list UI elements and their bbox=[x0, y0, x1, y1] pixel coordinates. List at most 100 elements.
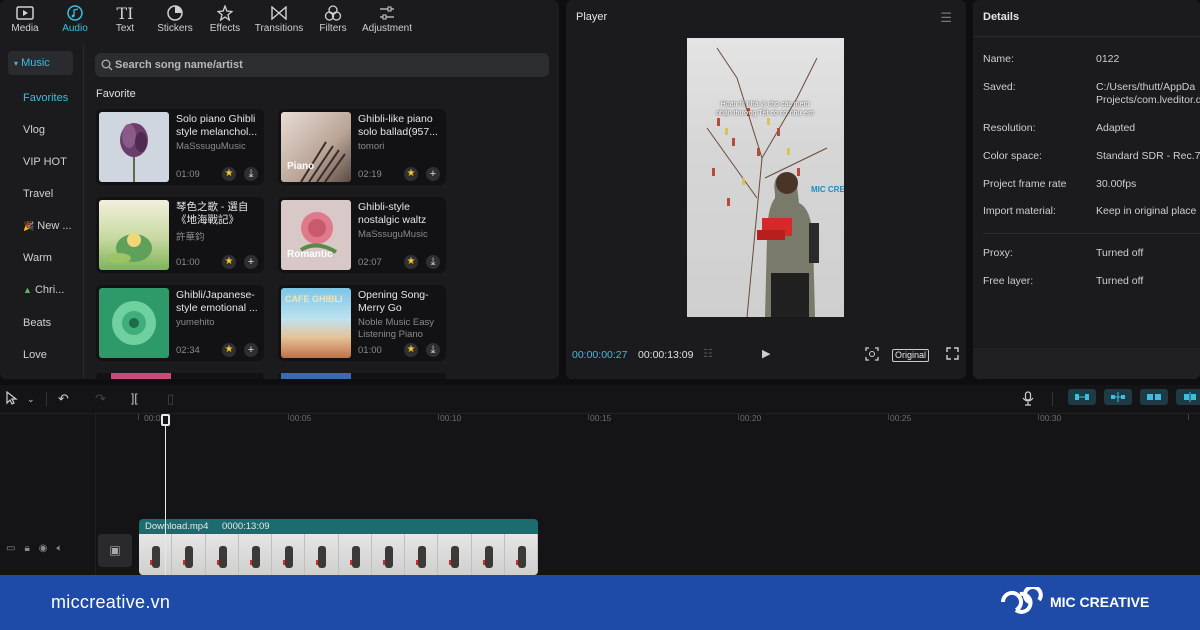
sidebar-item-vip-hot[interactable]: VIP HOT bbox=[23, 156, 67, 168]
tab-audio[interactable]: Audio bbox=[50, 0, 100, 40]
song-artist: Noble Music Easy bbox=[358, 317, 435, 328]
song-title: Solo piano Ghibli style melanchol... bbox=[176, 113, 258, 138]
video-clip[interactable]: Download.mp4 0000:13:09 bbox=[139, 519, 538, 575]
song-card[interactable]: 琴色之歌 - 選自《地海戰記》 許華鈞 01:00 ★ + bbox=[96, 197, 264, 273]
play-icon[interactable]: ▶ bbox=[762, 347, 770, 360]
tab-filters[interactable]: Filters bbox=[308, 0, 358, 40]
details-footer bbox=[973, 348, 1200, 379]
delete-icon[interactable]: ▯ bbox=[167, 391, 174, 407]
favorite-star-icon[interactable]: ★ bbox=[404, 343, 418, 357]
video-watermark: MIC CREA bbox=[811, 185, 844, 194]
link-track-icon[interactable] bbox=[1068, 389, 1096, 405]
clip-frame bbox=[205, 534, 239, 575]
ruler-tick bbox=[588, 414, 589, 420]
lock-icon[interactable]: 🔒︎ bbox=[24, 543, 29, 554]
song-title: 琴色之歌 - 選自《地海戰記》 bbox=[176, 201, 249, 226]
eye-icon[interactable]: ◉ bbox=[39, 543, 48, 554]
tab-transitions[interactable]: Transitions bbox=[250, 0, 308, 40]
video-caption: Hoan hỉ nhà vì cho các mem nhận thưởng T… bbox=[705, 100, 825, 118]
song-card-partial[interactable] bbox=[278, 373, 446, 379]
detail-value-line2: Projects/com.lveditor.d bbox=[1096, 94, 1200, 106]
tab-text-label: Text bbox=[115, 23, 135, 34]
sidebar-item-favorites[interactable]: Favorites bbox=[23, 92, 68, 104]
video-caption-line-1: Hoan hỉ nhà vì cho các mem bbox=[720, 101, 810, 108]
menu-icon[interactable]: ☰ bbox=[940, 10, 952, 26]
favorite-star-icon[interactable]: ★ bbox=[404, 255, 418, 269]
favorite-star-icon[interactable]: ★ bbox=[404, 167, 418, 181]
song-card[interactable]: Piano Ghibli-like piano solo ballad(957.… bbox=[278, 109, 446, 185]
playhead-handle[interactable] bbox=[161, 414, 170, 426]
caret-down-icon: ▾ bbox=[14, 59, 19, 68]
sidebar-item-warm[interactable]: Warm bbox=[23, 252, 52, 264]
sidebar-item-love[interactable]: Love bbox=[23, 349, 47, 361]
favorite-star-icon[interactable]: ★ bbox=[222, 167, 236, 181]
song-card[interactable]: CAFE GHIBLI Opening Song-Merry Go Round.… bbox=[278, 285, 446, 361]
microphone-icon[interactable] bbox=[1022, 391, 1034, 409]
adjustment-icon bbox=[358, 3, 416, 23]
detail-value: Turned off bbox=[1096, 247, 1144, 259]
fullscreen-icon[interactable] bbox=[946, 347, 959, 363]
search-input[interactable]: Search song name/artist bbox=[95, 53, 549, 77]
thumbnail-label: CAFE GHIBLI bbox=[285, 294, 343, 304]
song-card[interactable]: Solo piano Ghibli style melanchol... MaS… bbox=[96, 109, 264, 185]
tab-adjustment-label: Adjustment bbox=[361, 23, 413, 34]
add-icon[interactable]: + bbox=[244, 255, 258, 269]
download-icon[interactable]: ⤓ bbox=[426, 255, 440, 269]
download-icon[interactable]: ⤓ bbox=[244, 167, 258, 181]
song-card-partial[interactable] bbox=[96, 373, 264, 379]
detail-value: C:/Users/thutt/AppDa bbox=[1096, 81, 1196, 93]
song-artist: yumehito bbox=[176, 317, 215, 328]
song-thumbnail: Piano bbox=[281, 112, 351, 182]
detail-value: Adapted bbox=[1096, 122, 1136, 134]
split-icon[interactable]: ][ bbox=[131, 391, 138, 405]
favorite-star-icon[interactable]: ★ bbox=[222, 343, 236, 357]
undo-icon[interactable]: ↶ bbox=[58, 391, 69, 407]
sidebar-item-beats[interactable]: Beats bbox=[23, 317, 51, 329]
player-panel: Player ☰ Hoan hỉ nhà vì cho các mem nhận… bbox=[566, 0, 966, 379]
split-audio-icon[interactable] bbox=[1176, 389, 1200, 405]
song-card[interactable]: Ghibli/Japanese-style emotional ... yume… bbox=[96, 285, 264, 361]
clip-frame bbox=[371, 534, 405, 575]
detail-label: Name: bbox=[983, 53, 1014, 65]
speaker-icon[interactable]: 🔈︎ bbox=[57, 543, 63, 554]
add-icon[interactable]: + bbox=[244, 343, 258, 357]
track-toggle-icon[interactable]: ▭ bbox=[6, 543, 15, 554]
category-music[interactable]: ▾ Music bbox=[8, 51, 73, 75]
clip-filmstrip bbox=[139, 534, 538, 575]
sidebar-item-travel[interactable]: Travel bbox=[23, 188, 53, 200]
redo-icon[interactable]: ↷ bbox=[95, 391, 106, 407]
magnet-snap-icon[interactable] bbox=[1104, 389, 1132, 405]
effects-icon bbox=[200, 3, 250, 23]
timecode-grid-icon[interactable]: ☷ bbox=[703, 347, 713, 360]
video-preview[interactable]: Hoan hỉ nhà vì cho các mem nhận thưởng T… bbox=[687, 38, 844, 317]
media-panel: Media Audio TI Text Stickers Effects Tra… bbox=[0, 0, 559, 379]
ruler-label: 00:10 bbox=[440, 413, 462, 423]
tab-text[interactable]: TI Text bbox=[100, 0, 150, 40]
ruler-tick bbox=[438, 414, 439, 420]
tab-stickers[interactable]: Stickers bbox=[150, 0, 200, 40]
sidebar-item-vlog[interactable]: Vlog bbox=[23, 124, 45, 136]
time-ruler[interactable]: 00:00 00:05 00:10 00:15 00:20 00:25 00:3… bbox=[138, 412, 1200, 424]
sidebar-item-new[interactable]: 🎉 New ... bbox=[23, 220, 72, 232]
detail-label: Resolution: bbox=[983, 122, 1036, 134]
tab-effects[interactable]: Effects bbox=[200, 0, 250, 40]
select-tool-icon[interactable] bbox=[6, 390, 18, 408]
preview-axis-icon[interactable] bbox=[1140, 389, 1168, 405]
filters-icon bbox=[308, 3, 358, 23]
cover-image-icon[interactable]: ▣ bbox=[98, 534, 132, 567]
aspect-ratio-button[interactable]: Original bbox=[892, 349, 930, 362]
song-title: Ghibli-like piano solo ballad(957... bbox=[358, 113, 438, 138]
song-card[interactable]: Romantic Ghibli-style nostalgic waltz Ma… bbox=[278, 197, 446, 273]
download-icon[interactable]: ⤓ bbox=[426, 343, 440, 357]
favorite-star-icon[interactable]: ★ bbox=[222, 255, 236, 269]
add-icon[interactable]: + bbox=[426, 167, 440, 181]
chevron-down-icon[interactable]: ⌄ bbox=[27, 394, 35, 405]
playhead[interactable] bbox=[165, 416, 166, 576]
tab-media[interactable]: Media bbox=[0, 0, 50, 40]
zoom-fit-icon[interactable] bbox=[865, 347, 879, 364]
song-title: Opening Song-Merry Go Round... bbox=[358, 289, 429, 314]
divider bbox=[973, 36, 1200, 37]
sidebar-item-christmas[interactable]: ▲ Chri... bbox=[23, 284, 64, 296]
tab-adjustment[interactable]: Adjustment bbox=[358, 0, 416, 40]
detail-value: 0122 bbox=[1096, 53, 1120, 65]
